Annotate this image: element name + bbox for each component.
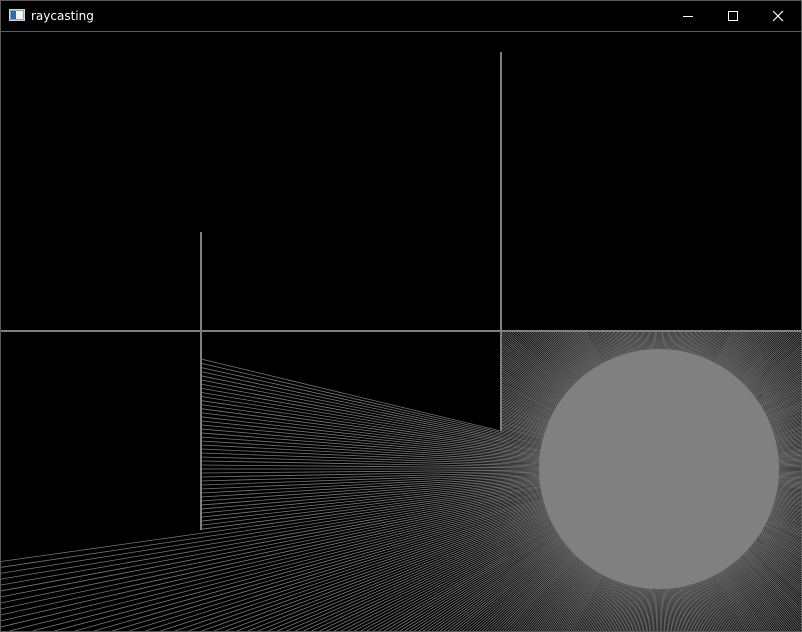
window-title: raycasting xyxy=(31,9,94,23)
maximize-button[interactable] xyxy=(711,1,757,31)
raycasting-scene[interactable] xyxy=(1,32,801,631)
maximize-icon xyxy=(728,11,738,21)
close-button[interactable] xyxy=(755,1,801,31)
minimize-icon xyxy=(683,16,693,17)
title-bar[interactable]: raycasting xyxy=(1,1,801,32)
app-icon xyxy=(9,9,25,21)
raycasting-window: raycasting xyxy=(0,0,802,632)
close-icon xyxy=(772,10,784,22)
light-source-circle[interactable] xyxy=(539,349,779,589)
raycasting-canvas[interactable] xyxy=(1,32,801,631)
minimize-button[interactable] xyxy=(665,1,711,31)
